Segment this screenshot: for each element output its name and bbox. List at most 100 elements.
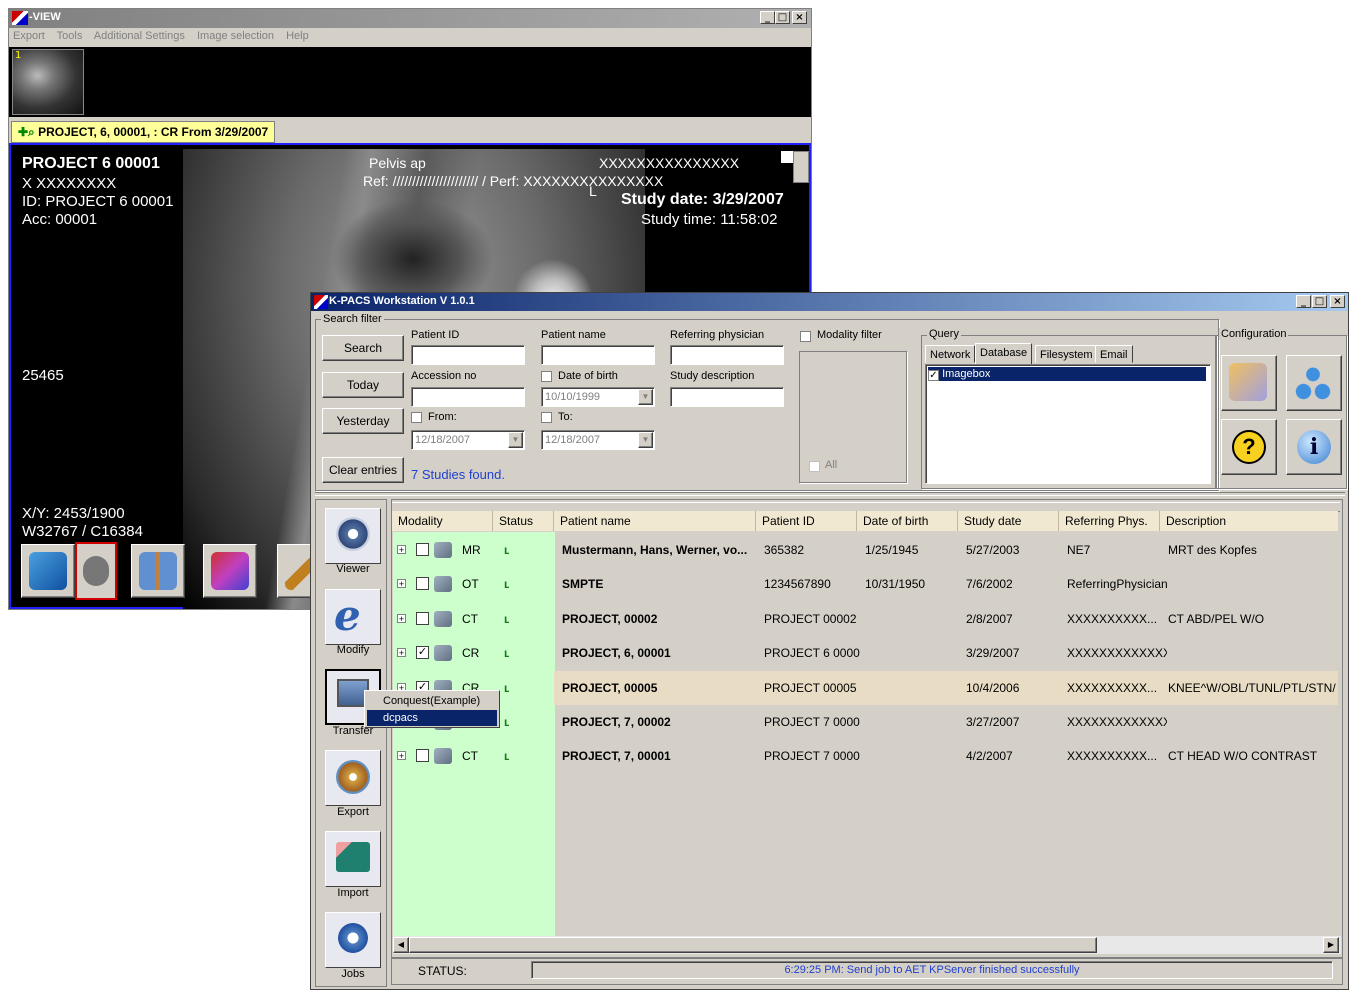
patient-name-input[interactable] [541,345,655,365]
row-checkbox[interactable] [416,577,429,591]
from-dropdown-icon[interactable]: ▼ [508,432,523,448]
search-button[interactable]: Search [322,335,404,361]
thumbnail-strip: 1 [9,47,811,117]
tab-database[interactable]: Database [975,343,1033,364]
cell-study-date: 3/29/2007 [966,646,1020,661]
scroll-indicator[interactable] [793,151,809,183]
yesterday-button[interactable]: Yesterday [322,408,404,434]
col-status[interactable]: Status [493,511,554,531]
overlay-ref: Ref: ////////////////////// / Perf: XXXX… [363,173,664,189]
viewer-export-button[interactable] [21,544,75,598]
close-button[interactable]: × [792,11,807,24]
to-date-picker[interactable]: 12/18/2007 ▼ [541,430,655,450]
col-dob[interactable]: Date of birth [857,511,958,531]
from-date-picker[interactable]: 12/18/2007 ▼ [411,430,525,450]
expand-icon[interactable]: + [397,613,406,623]
dob-dropdown-icon[interactable]: ▼ [638,389,653,405]
dob-checkbox[interactable] [541,371,552,382]
expand-icon[interactable]: + [397,751,406,761]
col-patient-name[interactable]: Patient name [554,511,756,531]
referring-physician-input[interactable] [670,345,784,365]
popup-item-dcpacs[interactable]: dcpacs [367,710,497,726]
table-row[interactable]: + CT ʟ PROJECT, 7, 00001 PROJECT 7 00001 4/2/… [392,739,1338,773]
cell-study-date: 4/2/2007 [966,749,1013,764]
thumbnail-1[interactable]: 1 [12,49,84,115]
viewer-titlebar[interactable]: -VIEW _ □ × [9,9,811,28]
row-checkbox[interactable] [416,611,429,625]
help-button[interactable]: ? [1221,419,1277,475]
cell-referring: XXXXXXXXXX... [1067,680,1158,695]
import-button[interactable] [325,831,381,887]
cell-patient-name: PROJECT, 6, 00001 [562,646,671,661]
accession-label: Accession no [411,370,477,382]
table-row[interactable]: + OT ʟ SMPTE 1234567890 10/31/1950 7/6/2002 Ref… [392,567,1338,601]
study-tab[interactable]: ✚⌕ PROJECT, 6, 00001, : CR From 3/29/200… [11,121,276,143]
scroll-right-button[interactable]: ▶ [1323,937,1339,953]
export-button[interactable] [325,750,381,806]
menu-help[interactable]: Help [286,30,309,42]
maximize-button[interactable]: □ [775,11,790,24]
expand-icon[interactable]: + [397,579,406,589]
tab-filesystem[interactable]: Filesystem [1035,345,1098,363]
query-list[interactable]: ✓ Imagebox [925,364,1211,484]
menu-image-selection[interactable]: Image selection [197,30,274,42]
kpacs-close-button[interactable]: × [1330,295,1345,308]
row-checkbox[interactable] [416,749,429,763]
row-checkbox[interactable]: ✓ [416,646,429,660]
modify-button[interactable]: e [325,589,381,645]
modality-filter-label: Modality filter [817,329,882,341]
viewer-layout-button[interactable] [131,544,185,598]
table-row[interactable]: +ʟPROJECT, 7, 00002PROJECT 7 000023/27/2… [392,705,1338,739]
row-checkbox[interactable] [416,543,429,556]
tab-network[interactable]: Network [925,345,976,363]
table-row[interactable]: + ✓ CR ʟ PROJECT, 6, 00001 PROJECT 6 00001 3/2… [392,636,1338,670]
col-description[interactable]: Description [1160,511,1338,531]
dob-picker[interactable]: 10/10/1999 ▼ [541,387,655,407]
viewer-icon [336,517,370,551]
popup-item-conquest[interactable]: Conquest(Example) [367,693,497,709]
network-config-button[interactable] [1286,355,1342,411]
modality-all-checkbox[interactable] [809,461,820,472]
viewer-button[interactable] [325,508,381,564]
from-checkbox[interactable] [411,412,422,423]
viewer-colormap-button[interactable] [203,544,257,598]
table-row[interactable]: + MR ʟ Mustermann, Hans, Werner, vo... 36538… [392,533,1338,567]
expand-icon[interactable]: + [397,648,406,658]
table-row[interactable]: + ✓ CR ʟ PROJECT, 00005 PROJECT 00005 10/4/200… [392,670,1338,705]
menu-tools[interactable]: Tools [57,30,83,42]
clear-entries-button[interactable]: Clear entries [322,457,404,483]
patient-id-input[interactable] [411,345,525,365]
expand-icon[interactable]: + [397,545,406,555]
info-button[interactable]: i [1286,419,1342,475]
col-study-date[interactable]: Study date [958,511,1059,531]
kpacs-minimize-button[interactable]: _ [1296,295,1311,308]
viewer-film-button[interactable] [75,542,117,600]
kpacs-maximize-button[interactable]: □ [1312,295,1327,308]
minimize-button[interactable]: _ [760,11,775,24]
col-modality[interactable]: Modality [392,511,493,531]
scroll-thumb[interactable] [409,937,1097,953]
tab-email[interactable]: Email [1095,345,1133,363]
jobs-button[interactable] [325,912,381,968]
col-referring[interactable]: Referring Phys. [1059,511,1160,531]
horizontal-scrollbar[interactable]: ◀ ▶ [393,936,1341,954]
film-icon [83,556,109,586]
menu-export[interactable]: Export [13,30,45,42]
query-list-item[interactable]: ✓ Imagebox [928,367,1206,381]
overlay-patient: PROJECT 6 00001 [22,155,160,172]
scroll-left-button[interactable]: ◀ [393,937,409,953]
table-row[interactable]: + CT ʟ PROJECT, 00002 PROJECT 00002 2/8/2007 X… [392,602,1338,636]
study-description-input[interactable] [670,387,784,407]
to-checkbox[interactable] [541,412,552,423]
settings-button[interactable] [1221,355,1277,411]
modality-filter-checkbox[interactable] [800,331,811,342]
kpacs-titlebar[interactable]: K-PACS Workstation V 1.0.1 _ □ × [311,293,1348,311]
accession-input[interactable] [411,387,525,407]
to-dropdown-icon[interactable]: ▼ [638,432,653,448]
status-icon: ʟ [504,646,510,661]
col-patient-id[interactable]: Patient ID [756,511,857,531]
today-button[interactable]: Today [322,372,404,398]
modify-ie-icon: e [334,591,361,640]
menu-additional-settings[interactable]: Additional Settings [94,30,185,42]
imagebox-checkbox[interactable]: ✓ [928,370,939,381]
